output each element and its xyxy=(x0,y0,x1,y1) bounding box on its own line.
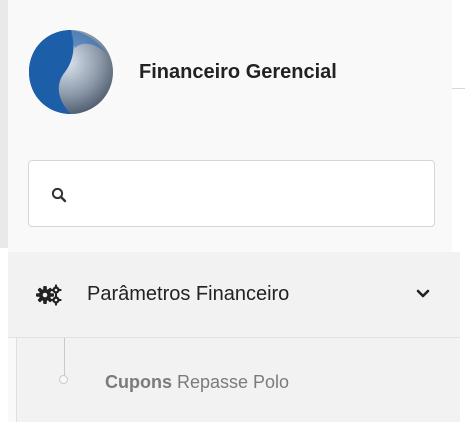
tree-node-dot xyxy=(59,375,68,384)
cogs-icon xyxy=(36,284,62,306)
app-page: Financeiro Gerencial Parâmetros Financei… xyxy=(0,0,465,432)
swoosh-logo-icon xyxy=(29,30,113,114)
submenu-item-cupons-repasse-polo[interactable]: Cupons Repasse Polo xyxy=(105,372,289,393)
brand-title: Financeiro Gerencial xyxy=(139,61,337,83)
submenu-item-label-rest: Repasse Polo xyxy=(172,372,290,392)
search-icon xyxy=(51,187,67,203)
chevron-down-icon xyxy=(416,289,430,298)
sidebar: Financeiro Gerencial Parâmetros Financei… xyxy=(8,0,460,432)
bottom-spacer xyxy=(0,422,465,432)
tree-connector-line xyxy=(64,338,65,376)
menu-item-parametros-financeiro[interactable]: Parâmetros Financeiro xyxy=(8,252,460,338)
header-divider xyxy=(452,88,465,89)
menu-item-label: Parâmetros Financeiro xyxy=(87,283,290,305)
search-box[interactable] xyxy=(28,160,435,227)
search-input[interactable] xyxy=(79,175,423,215)
submenu-item-label-strong: Cupons xyxy=(105,372,172,392)
submenu: Cupons Repasse Polo xyxy=(16,338,460,422)
left-edge-border xyxy=(0,0,8,248)
sidebar-brand: Financeiro Gerencial xyxy=(8,0,452,150)
